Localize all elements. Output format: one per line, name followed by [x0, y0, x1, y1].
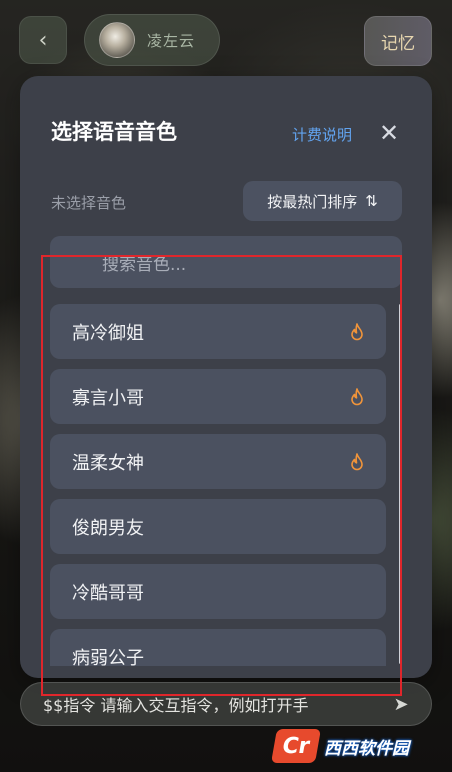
- voice-item[interactable]: 高冷御姐: [50, 304, 386, 359]
- billing-info-link[interactable]: 计费说明: [292, 124, 352, 145]
- chevron-left-icon: ‹: [38, 27, 48, 53]
- voice-name: 温柔女神: [72, 452, 144, 474]
- voice-name: 病弱公子: [72, 647, 144, 667]
- send-icon[interactable]: ➤: [388, 691, 414, 717]
- sort-arrows-icon: ⇅: [365, 192, 378, 210]
- voice-item[interactable]: 俊朗男友: [50, 499, 386, 554]
- fire-icon: [351, 387, 363, 405]
- voice-item[interactable]: 寡言小哥: [50, 369, 386, 424]
- selection-status: 未选择音色: [51, 194, 127, 212]
- close-icon: ✕: [378, 119, 400, 147]
- back-button[interactable]: ‹: [19, 16, 67, 64]
- close-button[interactable]: ✕: [376, 120, 402, 146]
- character-chip[interactable]: 凌左云: [84, 14, 220, 66]
- voice-name: 寡言小哥: [72, 387, 144, 409]
- voice-select-modal: 选择语音音色 计费说明 ✕ 未选择音色 按最热门排序 ⇅ 搜索音色... 高冷御…: [20, 76, 432, 678]
- watermark-logo: Cr: [271, 729, 321, 763]
- voice-item[interactable]: 冷酷哥哥: [50, 564, 386, 619]
- watermark: Cr 西西软件园: [260, 720, 452, 772]
- scrollbar[interactable]: [399, 304, 402, 664]
- voice-name: 冷酷哥哥: [72, 582, 144, 604]
- watermark-text: 西西软件园: [324, 738, 409, 759]
- fire-icon: [351, 452, 363, 470]
- memory-button[interactable]: 记忆: [364, 16, 432, 66]
- sort-label: 按最热门排序: [267, 192, 358, 211]
- modal-title: 选择语音音色: [51, 120, 177, 144]
- fire-icon: [351, 322, 363, 340]
- voice-name: 俊朗男友: [72, 517, 144, 539]
- voice-list[interactable]: 搜索音色... 高冷御姐寡言小哥温柔女神俊朗男友冷酷哥哥病弱公子: [50, 236, 402, 666]
- voice-item[interactable]: 温柔女神: [50, 434, 386, 489]
- avatar: [99, 22, 135, 58]
- character-name: 凌左云: [147, 31, 196, 50]
- voice-item[interactable]: 病弱公子: [50, 629, 386, 666]
- voice-name: 高冷御姐: [72, 322, 144, 344]
- sort-button[interactable]: 按最热门排序 ⇅: [243, 181, 402, 221]
- search-input[interactable]: 搜索音色...: [50, 236, 402, 288]
